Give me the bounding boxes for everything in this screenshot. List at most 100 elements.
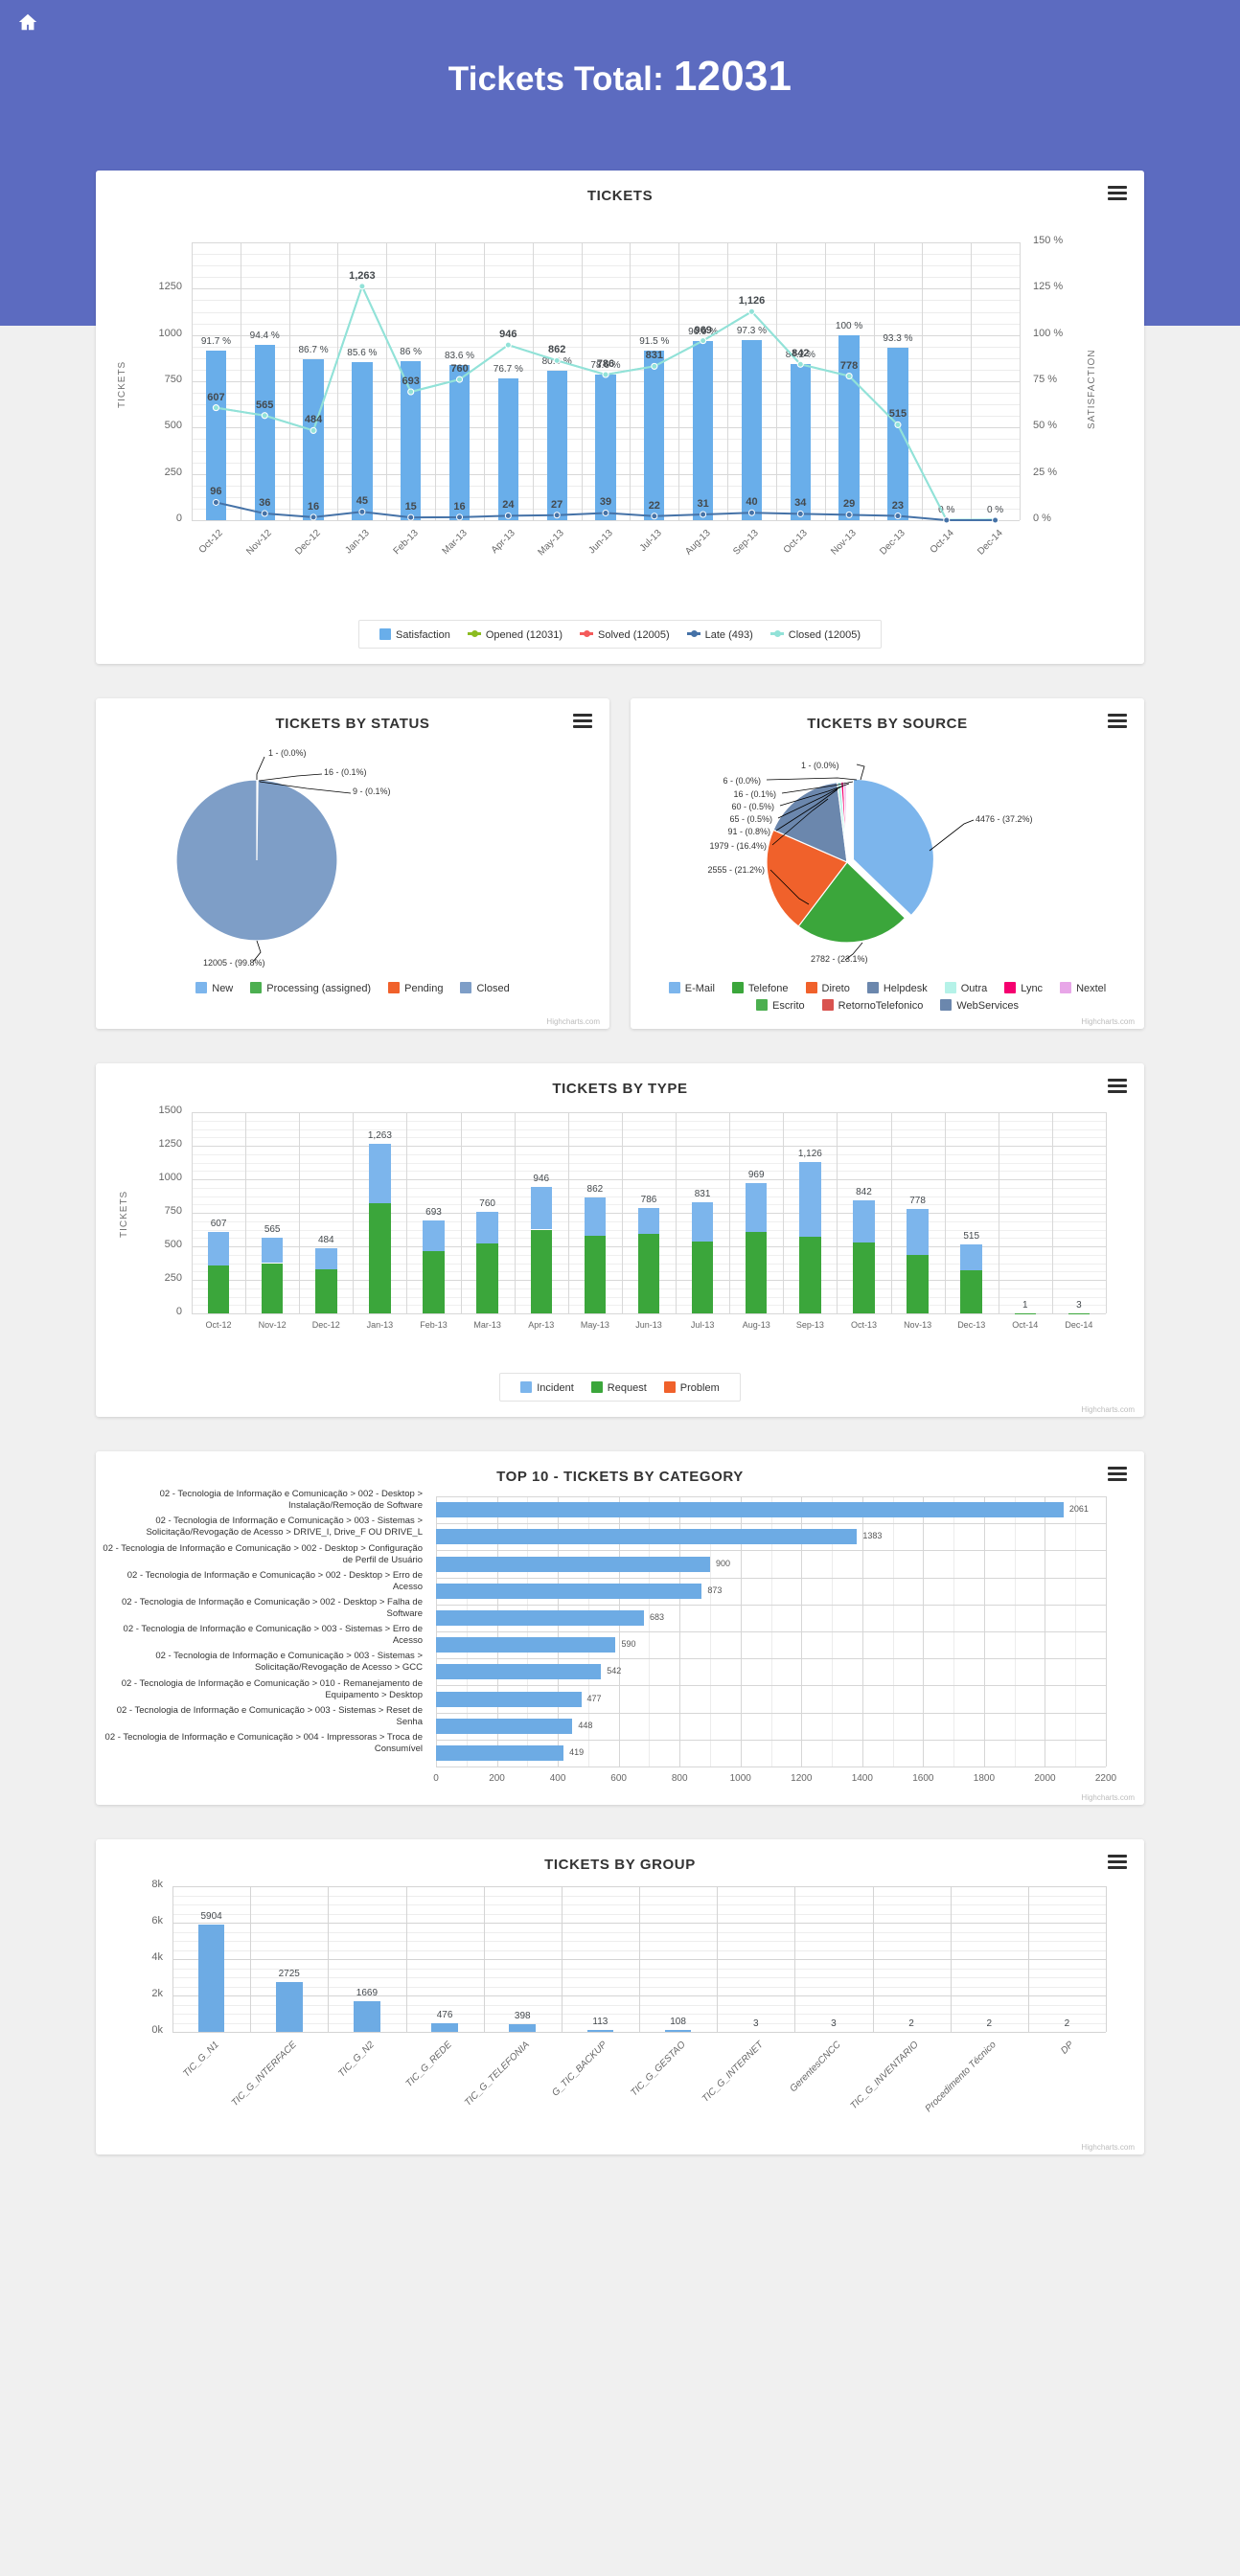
gridline-v <box>337 242 339 520</box>
legend-item[interactable]: Problem <box>663 1381 720 1394</box>
bar-group[interactable] <box>431 2022 458 2032</box>
legend-item[interactable]: E-Mail <box>668 982 715 994</box>
bar-category[interactable] <box>436 1718 573 1734</box>
hamburger-menu-icon[interactable] <box>573 714 592 728</box>
bar-incident[interactable] <box>315 1248 337 1269</box>
bar-category[interactable] <box>436 1556 710 1572</box>
gridline-v <box>245 1112 247 1313</box>
legend-item[interactable]: New <box>195 982 233 994</box>
bar-request[interactable] <box>423 1250 445 1313</box>
legend-item[interactable]: Solved (12005) <box>580 629 670 641</box>
bar-incident[interactable] <box>423 1220 445 1251</box>
bar-incident[interactable] <box>907 1209 929 1255</box>
pie-slice[interactable] <box>175 779 338 942</box>
legend-item[interactable]: Direto <box>805 982 850 994</box>
bar-satisfaction[interactable] <box>448 365 471 520</box>
card-tickets-by-status: TICKETS BY STATUS 1 - (0.0%) 16 - (0.1%) 9… <box>96 698 609 1029</box>
bar-category[interactable] <box>436 1583 702 1599</box>
legend-item[interactable]: Telefone <box>731 982 789 994</box>
bar-incident[interactable] <box>261 1237 284 1264</box>
legend-item[interactable]: Pending <box>388 982 443 994</box>
bar-category[interactable] <box>436 1744 564 1761</box>
bar-incident[interactable] <box>746 1183 768 1233</box>
hamburger-menu-icon[interactable] <box>1108 1467 1127 1481</box>
bar-category[interactable] <box>436 1502 1064 1518</box>
bar-request[interactable] <box>261 1263 284 1313</box>
bar-request[interactable] <box>907 1254 929 1313</box>
bar-category[interactable] <box>436 1529 858 1545</box>
y-axis-tick: 2k <box>151 1988 163 1999</box>
bar-group[interactable] <box>275 1982 303 2032</box>
bar-incident[interactable] <box>207 1232 230 1265</box>
legend-item[interactable]: Outra <box>944 982 987 994</box>
bar-group[interactable] <box>197 1924 225 2032</box>
chart-top10-category: 0 200 400 600 800 1000 1200 1400 1600 1800 2000 220… <box>96 1489 1144 1805</box>
legend-item[interactable]: WebServices <box>940 999 1019 1012</box>
pie-leader-line <box>258 773 323 782</box>
bar-category[interactable] <box>436 1609 644 1626</box>
line-label-late: 27 <box>551 498 563 511</box>
bar-satisfaction[interactable] <box>254 345 275 520</box>
bar-group[interactable] <box>509 2024 537 2032</box>
legend-item[interactable]: Closed <box>460 982 510 994</box>
legend-item[interactable]: Helpdesk <box>866 982 928 994</box>
legend-item[interactable]: Request <box>590 1381 647 1394</box>
legend-item[interactable]: Opened (12031) <box>467 629 563 641</box>
bar-incident[interactable] <box>853 1200 875 1242</box>
bar-satisfaction[interactable] <box>741 339 763 520</box>
hamburger-menu-icon[interactable] <box>1108 714 1127 728</box>
legend-item[interactable]: Processing (assigned) <box>250 982 371 994</box>
bar-satisfaction[interactable] <box>692 340 714 520</box>
bar-incident[interactable] <box>960 1243 982 1270</box>
bar-request[interactable] <box>691 1242 714 1313</box>
bar-incident[interactable] <box>799 1162 821 1238</box>
bar-request[interactable] <box>315 1268 337 1313</box>
bar-total-label: 786 <box>640 1194 657 1205</box>
bar-request[interactable] <box>207 1265 230 1313</box>
bar-request[interactable] <box>746 1232 768 1313</box>
bar-category[interactable] <box>436 1691 582 1707</box>
legend-item[interactable]: Satisfaction <box>379 628 450 641</box>
bar-group[interactable] <box>664 2029 692 2032</box>
gridline-v <box>824 242 826 520</box>
bar-incident[interactable] <box>584 1197 607 1236</box>
legend-item[interactable]: Lync <box>1004 982 1043 994</box>
hamburger-menu-icon[interactable] <box>1108 186 1127 200</box>
hamburger-menu-icon[interactable] <box>1108 1855 1127 1869</box>
dashboard-page: Tickets Total: 12031 TICKETS 0 250 500 750 1… <box>0 0 1240 2576</box>
hamburger-menu-icon[interactable] <box>1108 1079 1127 1093</box>
legend-item[interactable]: Nextel <box>1060 982 1106 994</box>
bar-request[interactable] <box>530 1229 552 1313</box>
x-axis-tick: Jul-13 <box>690 1320 715 1330</box>
bar-request[interactable] <box>853 1242 875 1313</box>
bar-category[interactable] <box>436 1664 602 1680</box>
legend-item[interactable]: Escrito <box>756 999 805 1012</box>
category-label: 02 - Tecnologia de Informação e Comunica… <box>123 1624 423 1647</box>
bar-incident[interactable] <box>637 1207 660 1234</box>
bar-satisfaction[interactable] <box>546 370 567 520</box>
bar-satisfaction[interactable] <box>303 359 324 520</box>
bar-request[interactable] <box>960 1269 982 1313</box>
legend-item[interactable]: Late (493) <box>686 629 753 641</box>
bar-group[interactable] <box>354 2001 380 2032</box>
bar-request[interactable] <box>476 1243 498 1313</box>
x-axis-tick: Oct-12 <box>205 1320 232 1330</box>
bar-request[interactable] <box>584 1235 607 1313</box>
bar-satisfaction[interactable] <box>887 347 908 520</box>
gridline-v <box>460 1112 462 1313</box>
legend-item[interactable]: Closed (12005) <box>769 629 861 641</box>
bar-incident[interactable] <box>476 1211 498 1244</box>
bar-group[interactable] <box>586 2029 614 2032</box>
bar-incident[interactable] <box>369 1144 391 1203</box>
bar-request[interactable] <box>637 1233 660 1313</box>
bar-request[interactable] <box>369 1202 391 1313</box>
legend-item[interactable]: Incident <box>520 1381 574 1394</box>
bar-incident[interactable] <box>691 1201 714 1242</box>
line-label-opened: 607 <box>207 391 225 403</box>
legend-item[interactable]: RetornoTelefonico <box>821 999 923 1012</box>
bar-label-satisfaction: 0 % <box>938 505 955 515</box>
bar-satisfaction[interactable] <box>644 351 665 520</box>
bar-request[interactable] <box>799 1237 821 1313</box>
bar-incident[interactable] <box>530 1186 552 1230</box>
bar-category[interactable] <box>436 1637 616 1653</box>
